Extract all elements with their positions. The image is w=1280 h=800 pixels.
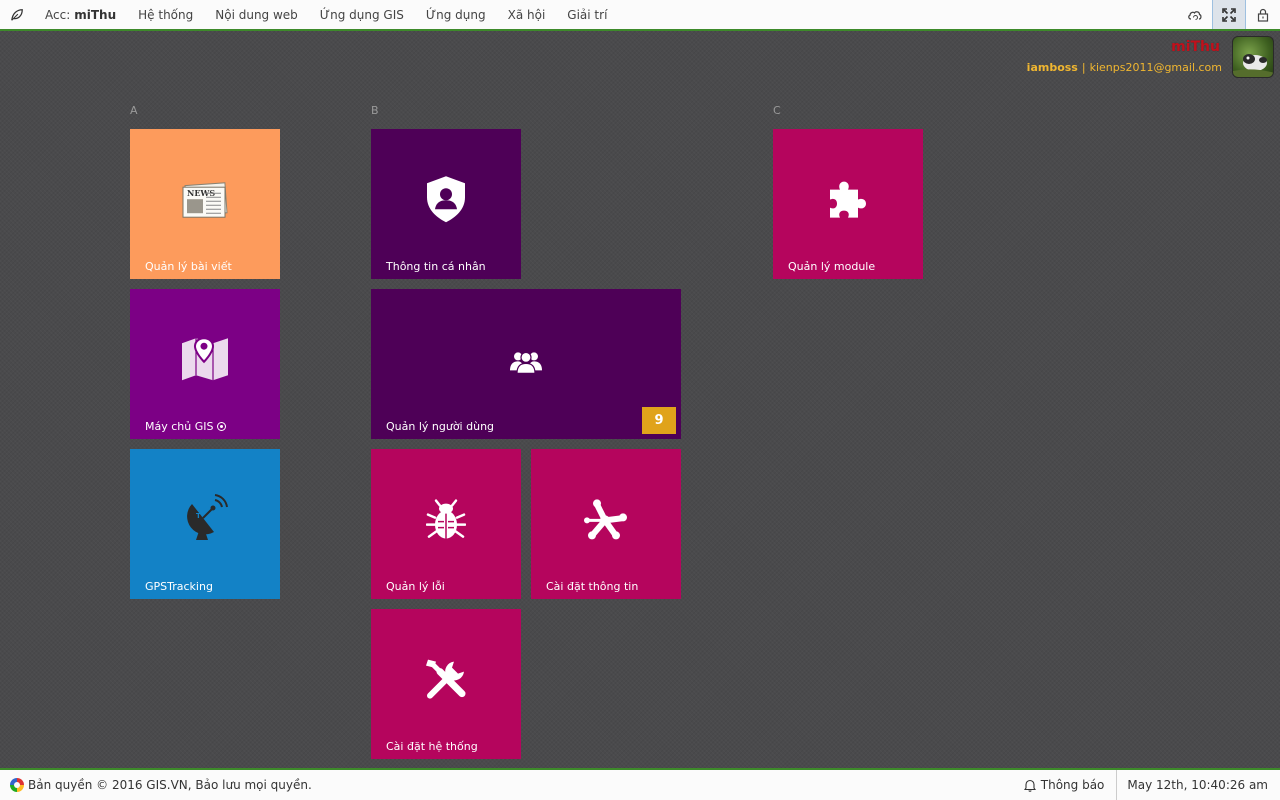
menu-xa-hoi[interactable]: Xã hội [497, 0, 557, 29]
account-menu[interactable]: Acc: miThu [34, 0, 127, 29]
users-count-badge: 9 [642, 407, 676, 434]
group-label-c: C [773, 104, 781, 117]
user-separator: | [1081, 61, 1086, 74]
footer-datetime: May 12th, 10:40:26 am [1116, 770, 1280, 800]
menu-noi-dung-web[interactable]: Nội dung web [204, 0, 309, 29]
tile-info-settings[interactable]: Cài đặt thông tin [531, 449, 681, 599]
fullscreen-icon[interactable] [1212, 0, 1246, 29]
bug-icon [426, 498, 466, 542]
menu-he-thong[interactable]: Hệ thống [127, 0, 204, 29]
tile-bugs[interactable]: Quản lý lỗi [371, 449, 521, 599]
tile-info-settings-label: Cài đặt thông tin [546, 580, 639, 593]
copyright-text: Bản quyền © 2016 GIS.VN, Bảo lưu mọi quy… [28, 778, 312, 792]
tools-icon [424, 658, 468, 702]
bell-icon [1023, 779, 1036, 792]
account-label: Acc: [45, 7, 71, 22]
tile-system-settings[interactable]: Cài đặt hệ thống [371, 609, 521, 759]
tile-users[interactable]: Quản lý người dùng 9 [371, 289, 681, 439]
tile-gis-server[interactable]: Máy chủ GIS [130, 289, 280, 439]
group-label-b: B [371, 104, 379, 117]
group-label-a: A [130, 104, 138, 117]
tile-gis-server-label: Máy chủ GIS [145, 420, 227, 433]
user-details: iamboss | kienps2011@gmail.com [1027, 61, 1222, 74]
tile-users-label: Quản lý người dùng [386, 420, 495, 433]
username[interactable]: iamboss [1027, 61, 1078, 74]
user-email[interactable]: kienps2011@gmail.com [1090, 61, 1222, 74]
tile-posts-label: Quản lý bài viết [145, 260, 232, 273]
cloud-sync-icon[interactable] [1178, 0, 1212, 29]
tile-gps-tracking-label: GPSTracking [145, 580, 213, 593]
account-name: miThu [74, 7, 117, 22]
tile-profile[interactable]: Thông tin cá nhân [371, 129, 521, 279]
users-icon [509, 348, 543, 374]
leaf-logo-icon[interactable] [0, 0, 34, 29]
tile-bugs-label: Quản lý lỗi [386, 580, 445, 593]
footer-right: Thông báo May 12th, 10:40:26 am [1012, 770, 1280, 800]
tile-posts[interactable]: NEWS Quản lý bài viết [130, 129, 280, 279]
lock-icon[interactable] [1246, 0, 1280, 29]
menu-giai-tri[interactable]: Giải trí [556, 0, 618, 29]
menu-ung-dung-gis[interactable]: Ứng dụng GIS [309, 0, 415, 29]
puzzle-icon [826, 178, 870, 222]
map-pin-icon [180, 335, 230, 383]
top-menu-bar: Acc: miThu Hệ thống Nội dung web Ứng dụng… [0, 0, 1280, 31]
footer-copyright: Bản quyền © 2016 GIS.VN, Bảo lưu mọi quy… [0, 778, 312, 792]
shield-user-icon [425, 175, 467, 223]
tile-gis-server-text: Máy chủ GIS [145, 420, 214, 433]
network-icon [583, 496, 629, 542]
tile-profile-label: Thông tin cá nhân [386, 260, 486, 273]
newspaper-icon: NEWS [180, 181, 230, 219]
menu-ung-dung[interactable]: Ứng dụng [415, 0, 497, 29]
notifications-label: Thông báo [1040, 778, 1105, 792]
tile-modules[interactable]: Quản lý module [773, 129, 923, 279]
notifications-button[interactable]: Thông báo [1012, 770, 1117, 800]
satellite-dish-icon: T [182, 494, 228, 544]
user-display-name[interactable]: miThu [1171, 39, 1220, 55]
status-dot-icon [217, 422, 227, 431]
user-info: miThu iamboss | kienps2011@gmail.com [980, 31, 1280, 81]
tile-system-settings-label: Cài đặt hệ thống [386, 740, 478, 753]
topbar-actions [1178, 0, 1280, 29]
avatar[interactable] [1232, 36, 1274, 78]
gis-logo-icon [10, 778, 24, 792]
tile-modules-label: Quản lý module [788, 260, 876, 273]
svg-text:T: T [196, 512, 201, 520]
tile-gps-tracking[interactable]: T GPSTracking [130, 449, 280, 599]
footer-bar: Bản quyền © 2016 GIS.VN, Bảo lưu mọi quy… [0, 768, 1280, 800]
